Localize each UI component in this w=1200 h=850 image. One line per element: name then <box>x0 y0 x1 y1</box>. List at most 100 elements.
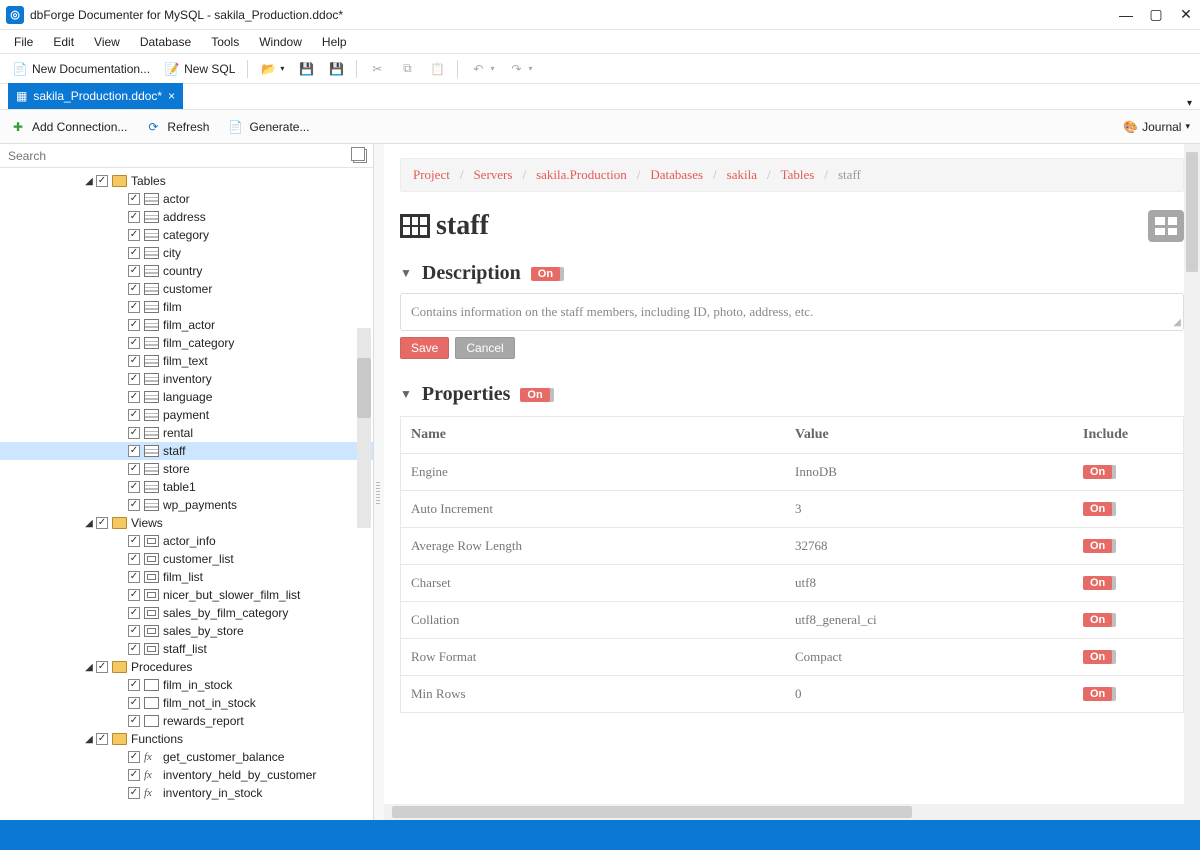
content-vertical-scrollbar[interactable] <box>1184 144 1200 804</box>
tree-checkbox[interactable] <box>128 769 140 781</box>
tree-item[interactable]: film_category <box>0 334 373 352</box>
tree-item[interactable]: film_list <box>0 568 373 586</box>
save-button[interactable]: 💾 <box>292 58 320 80</box>
cut-button[interactable]: ✂ <box>363 58 391 80</box>
breadcrumb-link[interactable]: Servers <box>473 167 512 183</box>
tree-checkbox[interactable] <box>128 571 140 583</box>
open-button[interactable]: 📂▾ <box>254 58 290 80</box>
tree-item[interactable]: customer <box>0 280 373 298</box>
menu-tools[interactable]: Tools <box>201 32 249 52</box>
content-scroll[interactable]: Project/Servers/sakila.Production/Databa… <box>384 144 1200 820</box>
tree-twisty-icon[interactable]: ◢ <box>84 734 94 745</box>
tree-twisty-icon[interactable]: ◢ <box>84 662 94 673</box>
tree-checkbox[interactable] <box>128 607 140 619</box>
tree-checkbox[interactable] <box>128 409 140 421</box>
tree-checkbox[interactable] <box>128 535 140 547</box>
breadcrumb-link[interactable]: sakila.Production <box>536 167 627 183</box>
menu-help[interactable]: Help <box>312 32 357 52</box>
search-input[interactable] <box>6 148 353 164</box>
add-connection-button[interactable]: ✚ Add Connection... <box>10 119 127 135</box>
tree-checkbox[interactable] <box>128 715 140 727</box>
redo-button[interactable]: ↷▾ <box>502 58 538 80</box>
minimize-button[interactable]: — <box>1118 7 1134 23</box>
description-toggle[interactable]: On <box>531 267 560 281</box>
tree-item[interactable]: language <box>0 388 373 406</box>
copy-button[interactable]: ⧉ <box>393 58 421 80</box>
tree-checkbox[interactable] <box>128 283 140 295</box>
menu-edit[interactable]: Edit <box>43 32 84 52</box>
tree-item[interactable]: fxinventory_held_by_customer <box>0 766 373 784</box>
include-toggle[interactable]: On <box>1083 465 1112 479</box>
include-toggle[interactable]: On <box>1083 613 1112 627</box>
new-sql-button[interactable]: 📝 New SQL <box>158 58 241 80</box>
tree-item[interactable]: staff <box>0 442 373 460</box>
content-vertical-thumb[interactable] <box>1186 152 1198 272</box>
splitter[interactable] <box>374 144 384 820</box>
tree-checkbox[interactable] <box>128 481 140 493</box>
tree-checkbox[interactable] <box>128 751 140 763</box>
tree-folder[interactable]: ◢Tables <box>0 172 373 190</box>
generate-button[interactable]: 📄 Generate... <box>227 119 309 135</box>
object-tree[interactable]: ◢Tablesactoraddresscategorycitycountrycu… <box>0 168 373 820</box>
breadcrumb-link[interactable]: Databases <box>650 167 703 183</box>
tree-item[interactable]: staff_list <box>0 640 373 658</box>
tree-checkbox[interactable] <box>96 517 108 529</box>
tree-item[interactable]: rewards_report <box>0 712 373 730</box>
tree-item[interactable]: sales_by_film_category <box>0 604 373 622</box>
tree-folder[interactable]: ◢Views <box>0 514 373 532</box>
tree-checkbox[interactable] <box>128 679 140 691</box>
tree-item[interactable]: sales_by_store <box>0 622 373 640</box>
paste-button[interactable]: 📋 <box>423 58 451 80</box>
save-description-button[interactable]: Save <box>400 337 449 359</box>
menu-window[interactable]: Window <box>249 32 312 52</box>
tree-checkbox[interactable] <box>128 265 140 277</box>
include-toggle[interactable]: On <box>1083 650 1112 664</box>
tree-checkbox[interactable] <box>128 589 140 601</box>
new-documentation-button[interactable]: 📄 New Documentation... <box>6 58 156 80</box>
tree-checkbox[interactable] <box>128 391 140 403</box>
tree-item[interactable]: film_not_in_stock <box>0 694 373 712</box>
tree-checkbox[interactable] <box>128 211 140 223</box>
tree-checkbox[interactable] <box>128 193 140 205</box>
tree-item[interactable]: city <box>0 244 373 262</box>
tree-checkbox[interactable] <box>128 319 140 331</box>
close-tab-button[interactable]: × <box>168 89 175 103</box>
tree-checkbox[interactable] <box>96 661 108 673</box>
tree-checkbox[interactable] <box>128 337 140 349</box>
tree-checkbox[interactable] <box>128 445 140 457</box>
tree-checkbox[interactable] <box>128 625 140 637</box>
include-toggle[interactable]: On <box>1083 576 1112 590</box>
tree-checkbox[interactable] <box>128 301 140 313</box>
tree-item[interactable]: actor <box>0 190 373 208</box>
tree-item[interactable]: film_text <box>0 352 373 370</box>
tree-item[interactable]: nicer_but_slower_film_list <box>0 586 373 604</box>
menu-database[interactable]: Database <box>130 32 201 52</box>
layout-grid-button[interactable] <box>1148 210 1184 242</box>
tree-checkbox[interactable] <box>128 499 140 511</box>
journal-button[interactable]: 🎨 Journal ▾ <box>1123 120 1190 134</box>
menu-file[interactable]: File <box>4 32 43 52</box>
tree-scrollbar[interactable] <box>357 328 371 528</box>
tree-checkbox[interactable] <box>128 463 140 475</box>
undo-button[interactable]: ↶▾ <box>464 58 500 80</box>
collapse-description-button[interactable]: ▼ <box>400 266 412 281</box>
tree-item[interactable]: fxinventory_in_stock <box>0 784 373 802</box>
window-duplicate-icon[interactable] <box>353 149 367 163</box>
save-all-button[interactable]: 💾 <box>322 58 350 80</box>
collapse-properties-button[interactable]: ▼ <box>400 387 412 402</box>
tree-checkbox[interactable] <box>128 229 140 241</box>
tree-checkbox[interactable] <box>128 553 140 565</box>
tree-checkbox[interactable] <box>128 787 140 799</box>
cancel-description-button[interactable]: Cancel <box>455 337 514 359</box>
tree-item[interactable]: inventory <box>0 370 373 388</box>
properties-toggle[interactable]: On <box>520 388 549 402</box>
tree-folder[interactable]: ◢Functions <box>0 730 373 748</box>
include-toggle[interactable]: On <box>1083 539 1112 553</box>
tree-item[interactable]: film_in_stock <box>0 676 373 694</box>
description-textarea[interactable]: Contains information on the staff member… <box>400 293 1184 331</box>
tree-item[interactable]: address <box>0 208 373 226</box>
tree-folder[interactable]: ◢Procedures <box>0 658 373 676</box>
tree-item[interactable]: fxget_customer_balance <box>0 748 373 766</box>
tree-checkbox[interactable] <box>128 355 140 367</box>
close-button[interactable]: ✕ <box>1178 7 1194 23</box>
